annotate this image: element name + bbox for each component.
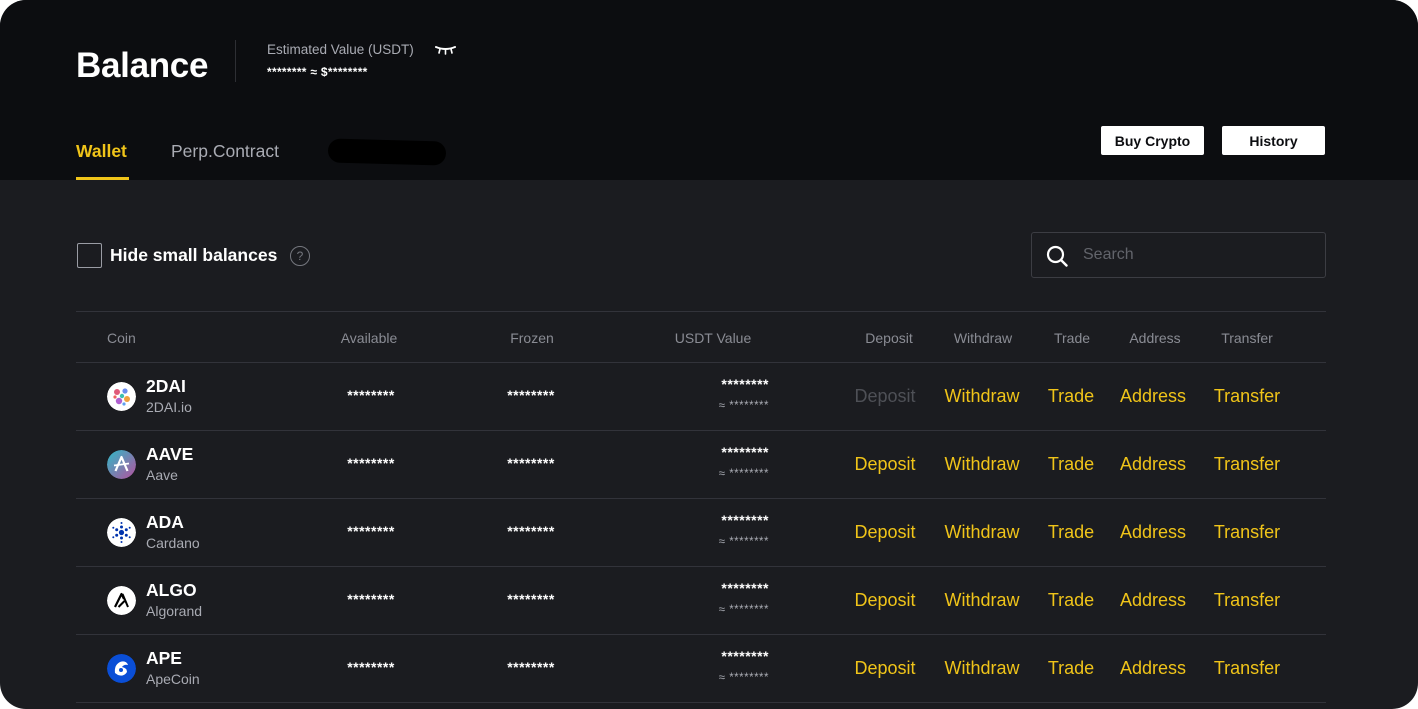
available-amount: ******** (347, 455, 395, 471)
hide-small-balances-checkbox[interactable] (77, 243, 102, 268)
redacted-tab (327, 138, 447, 166)
coin-name: ApeCoin (146, 671, 200, 687)
coin-symbol: AAVE (146, 444, 194, 464)
frozen-amount: ******** (507, 455, 555, 471)
address-button[interactable]: Address (1120, 386, 1186, 407)
usdt-approx: ≈ ******** (718, 536, 769, 548)
transfer-button[interactable]: Transfer (1214, 658, 1280, 679)
withdraw-button[interactable]: Withdraw (944, 522, 1019, 543)
algorand-icon (107, 586, 136, 615)
help-icon[interactable]: ? (290, 246, 310, 266)
coin-name: 2DAI.io (146, 399, 192, 415)
deposit-button[interactable]: Deposit (854, 590, 915, 611)
search-icon (1046, 245, 1068, 267)
withdraw-button[interactable]: Withdraw (944, 590, 1019, 611)
column-header-usdt-value: USDT Value (674, 330, 752, 346)
2dai-icon (107, 382, 136, 411)
address-button[interactable]: Address (1120, 590, 1186, 611)
transfer-button[interactable]: Transfer (1214, 522, 1280, 543)
column-header-coin: Coin (107, 330, 136, 346)
usdt-value: ******** (721, 648, 769, 664)
table-row: ALGO Algorand ******** ******** ********… (76, 567, 1326, 635)
trade-button[interactable]: Trade (1048, 658, 1094, 679)
available-amount: ******** (347, 387, 395, 403)
deposit-button[interactable]: Deposit (854, 454, 915, 475)
table-row: 2DAI 2DAI.io ******** ******** ******** … (76, 363, 1326, 431)
transfer-button[interactable]: Transfer (1214, 454, 1280, 475)
usdt-approx: ≈ ******** (718, 468, 769, 480)
withdraw-button[interactable]: Withdraw (944, 386, 1019, 407)
hide-small-balances-label[interactable]: Hide small balances (110, 245, 277, 266)
usdt-approx: ≈ ******** (718, 400, 769, 412)
usdt-approx: ≈ ******** (718, 672, 769, 684)
trade-button[interactable]: Trade (1048, 522, 1094, 543)
usdt-approx: ≈ ******** (718, 604, 769, 616)
coin-symbol: 2DAI (146, 376, 186, 396)
usdt-value: ******** (721, 444, 769, 460)
tab-perp-contract[interactable]: Perp.Contract (171, 141, 279, 162)
tab-wallet[interactable]: Wallet (76, 141, 127, 162)
withdraw-button[interactable]: Withdraw (944, 454, 1019, 475)
balance-page: Balance Estimated Value (USDT) ******** … (0, 0, 1418, 709)
deposit-button: Deposit (854, 386, 916, 406)
estimated-value-label: Estimated Value (USDT) (267, 42, 414, 57)
aave-icon (107, 450, 136, 479)
history-button[interactable]: History (1221, 125, 1326, 156)
frozen-amount: ******** (507, 523, 555, 539)
trade-button[interactable]: Trade (1048, 386, 1094, 407)
estimated-value: ******** ≈ $******** (267, 65, 368, 79)
available-amount: ******** (347, 659, 395, 675)
table-row: AAVE Aave ******** ******** ******** ≈ *… (76, 431, 1326, 499)
table-row: ADA Cardano ******** ******** ******** ≈… (76, 499, 1326, 567)
column-header-available: Available (340, 330, 398, 346)
coin-symbol: ADA (146, 512, 184, 532)
frozen-amount: ******** (507, 659, 555, 675)
header-divider (235, 40, 236, 82)
column-header-withdraw: Withdraw (953, 330, 1013, 346)
cardano-icon (107, 518, 136, 547)
transfer-button[interactable]: Transfer (1214, 590, 1280, 611)
address-button[interactable]: Address (1120, 658, 1186, 679)
withdraw-button[interactable]: Withdraw (944, 658, 1019, 679)
page-title: Balance (76, 46, 209, 85)
tab-active-indicator (76, 177, 129, 180)
usdt-value: ******** (721, 580, 769, 596)
coin-symbol: APE (146, 648, 182, 668)
usdt-value: ******** (721, 512, 769, 528)
coin-symbol: ALGO (146, 580, 197, 600)
address-button[interactable]: Address (1120, 522, 1186, 543)
balance-table: 2DAI 2DAI.io ******** ******** ******** … (76, 363, 1326, 703)
apecoin-icon (107, 654, 136, 683)
deposit-button[interactable]: Deposit (854, 522, 915, 543)
available-amount: ******** (347, 523, 395, 539)
deposit-button[interactable]: Deposit (854, 658, 915, 679)
column-header-trade: Trade (1053, 330, 1091, 346)
buy-crypto-button[interactable]: Buy Crypto (1100, 125, 1205, 156)
address-button[interactable]: Address (1120, 454, 1186, 475)
column-header-frozen: Frozen (510, 330, 554, 346)
search-box[interactable] (1031, 232, 1326, 278)
page-header: Balance Estimated Value (USDT) ******** … (0, 0, 1418, 180)
available-amount: ******** (347, 591, 395, 607)
trade-button[interactable]: Trade (1048, 590, 1094, 611)
eye-closed-icon[interactable] (435, 44, 456, 56)
coin-name: Cardano (146, 535, 200, 551)
usdt-value: ******** (721, 376, 769, 392)
search-input[interactable] (1083, 233, 1315, 277)
frozen-amount: ******** (507, 591, 555, 607)
column-header-address: Address (1129, 330, 1181, 346)
transfer-button[interactable]: Transfer (1214, 386, 1280, 407)
trade-button[interactable]: Trade (1048, 454, 1094, 475)
column-header-deposit: Deposit (865, 330, 913, 346)
coin-name: Aave (146, 467, 178, 483)
table-header: Coin Available Frozen USDT Value Deposit… (76, 312, 1326, 363)
coin-name: Algorand (146, 603, 203, 619)
column-header-transfer: Transfer (1221, 330, 1273, 346)
frozen-amount: ******** (507, 387, 555, 403)
table-row: APE ApeCoin ******** ******** ******** ≈… (76, 635, 1326, 703)
